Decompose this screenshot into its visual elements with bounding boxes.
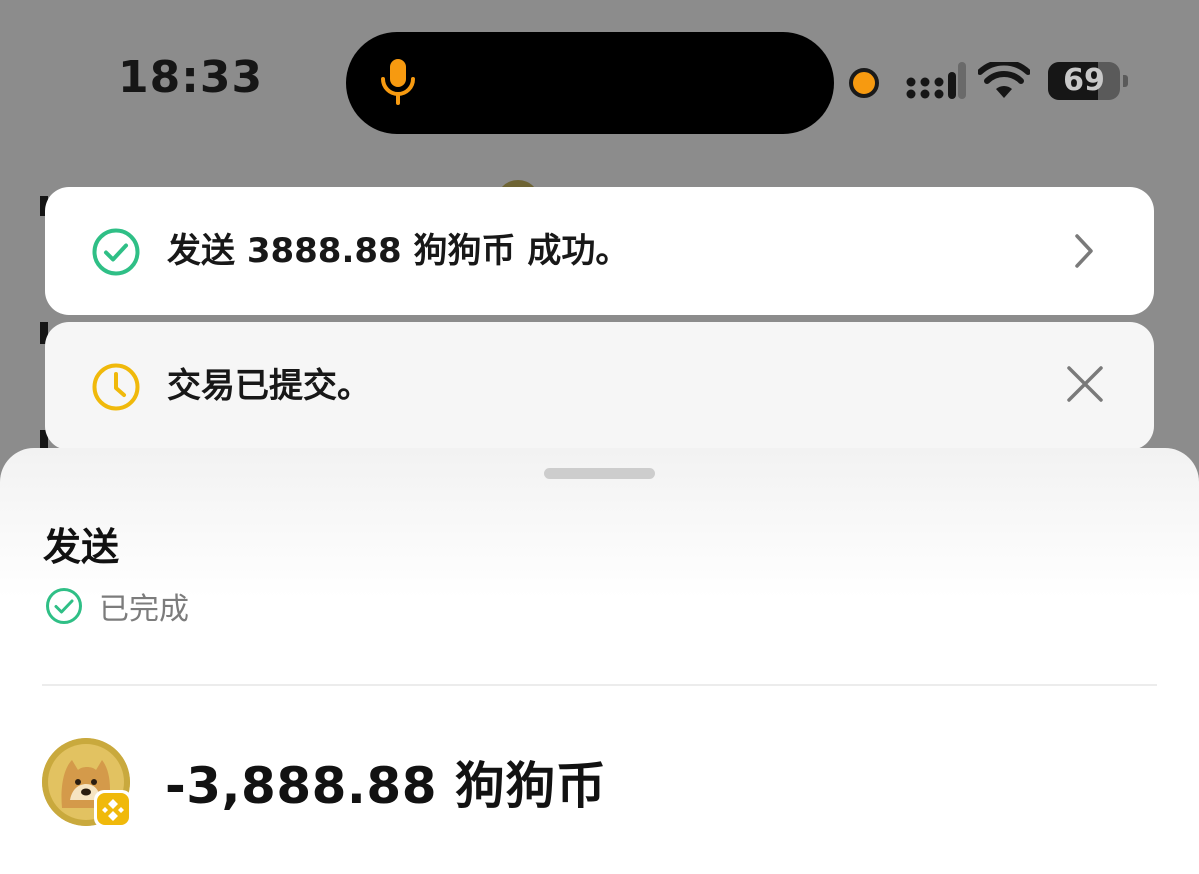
check-circle-icon <box>46 588 82 624</box>
dynamic-island <box>346 32 834 134</box>
divider <box>42 684 1157 686</box>
pending-toast: 交易已提交。 <box>45 322 1154 450</box>
sheet-title: 发送 <box>43 525 120 569</box>
wifi-icon <box>978 62 1030 98</box>
battery-percent: 69 <box>1063 63 1105 98</box>
sheet-grabber[interactable] <box>544 468 655 479</box>
bnb-chain-icon <box>97 793 129 825</box>
battery-indicator: 69 <box>1048 62 1128 100</box>
success-toast-text: 发送 3888.88 狗狗币 成功。 <box>167 231 630 271</box>
check-circle-icon <box>92 228 140 276</box>
chevron-right-icon[interactable] <box>1069 229 1099 273</box>
pending-toast-text: 交易已提交。 <box>167 366 371 406</box>
transaction-status: 已完成 <box>99 592 189 627</box>
microphone-icon <box>381 59 415 105</box>
clock-icon <box>92 363 140 411</box>
battery-nub <box>1123 75 1128 87</box>
privacy-indicator-dot <box>849 68 879 98</box>
chain-badge <box>94 790 132 828</box>
transaction-amount: -3,888.88 狗狗币 <box>165 757 607 815</box>
transaction-detail-sheet: 发送 已完成 -3,888.88 狗狗币 <box>0 448 1199 874</box>
status-time: 18:33 <box>118 52 264 103</box>
cellular-signal-icon <box>906 62 966 99</box>
success-toast[interactable]: 发送 3888.88 狗狗币 成功。 <box>45 187 1154 315</box>
close-icon[interactable] <box>1065 364 1105 404</box>
